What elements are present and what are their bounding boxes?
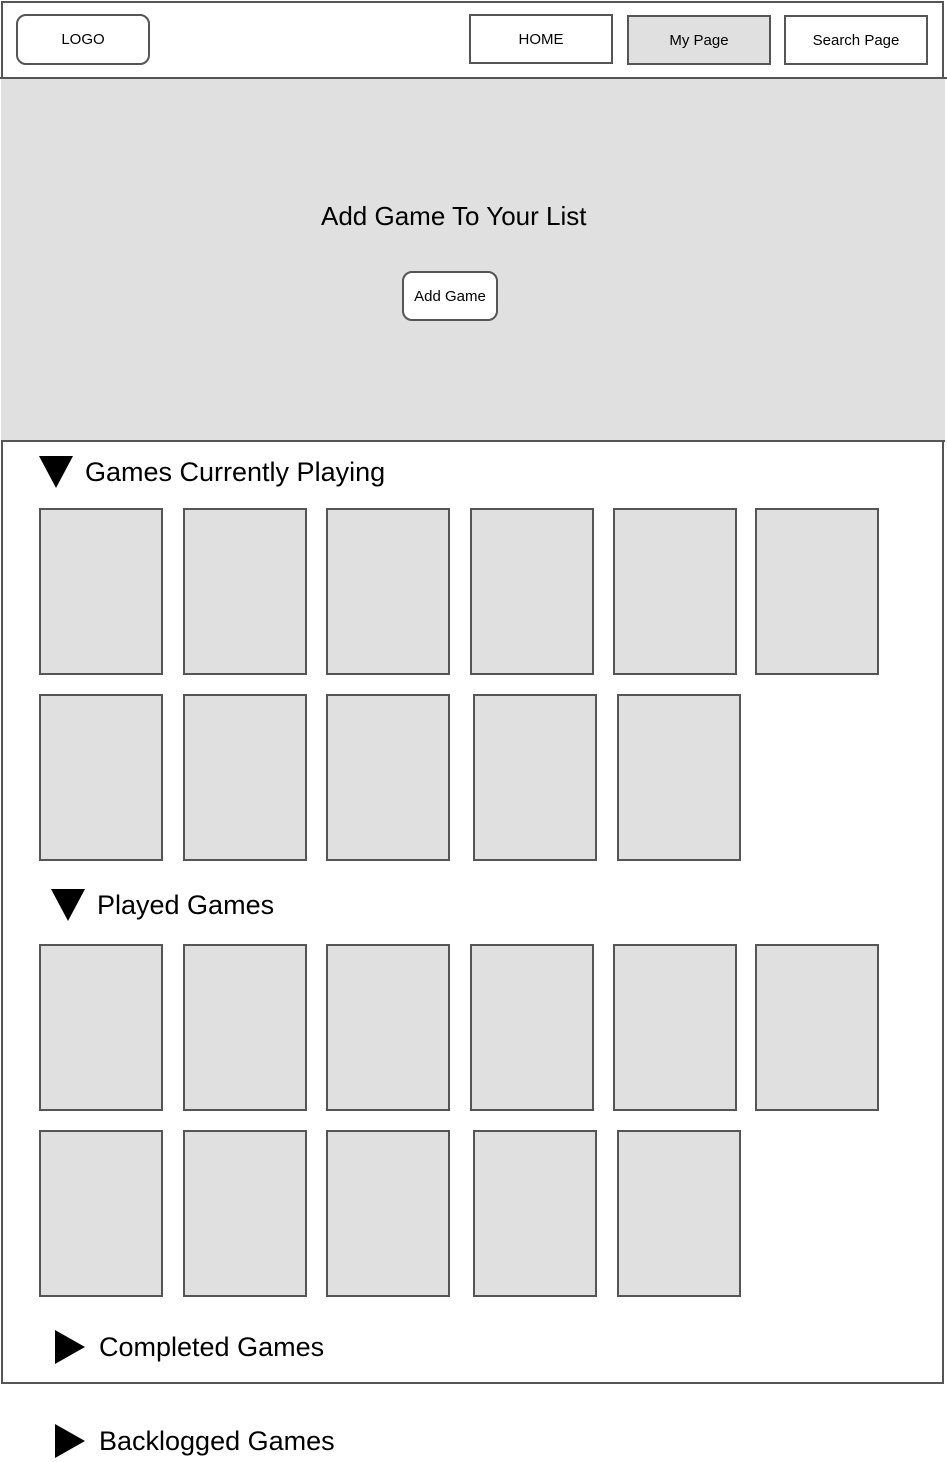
game-card[interactable] [183,508,307,675]
game-card[interactable] [326,1130,450,1297]
logo[interactable]: LOGO [16,14,150,65]
game-card[interactable] [473,1130,597,1297]
game-card[interactable] [326,944,450,1111]
game-card[interactable] [617,1130,741,1297]
collapse-triangle-icon[interactable] [51,889,85,921]
section-header-currently-playing[interactable]: Games Currently Playing [39,456,385,488]
game-card[interactable] [39,1130,163,1297]
collapse-triangle-icon[interactable] [39,456,73,488]
nav-home-button[interactable]: HOME [469,14,613,64]
game-card[interactable] [613,944,737,1111]
section-header-played[interactable]: Played Games [51,889,274,921]
add-game-banner: Add Game To Your List Add Game [1,79,945,442]
game-card[interactable] [326,508,450,675]
game-card[interactable] [39,694,163,861]
game-card[interactable] [473,694,597,861]
game-card[interactable] [755,944,879,1111]
game-card[interactable] [183,944,307,1111]
game-card[interactable] [183,1130,307,1297]
section-title: Backlogged Games [99,1425,335,1456]
game-card[interactable] [755,508,879,675]
nav-my-page-button[interactable]: My Page [627,15,771,65]
nav-search-page-button[interactable]: Search Page [784,15,928,65]
game-card[interactable] [39,508,163,675]
game-card[interactable] [470,944,594,1111]
add-game-button[interactable]: Add Game [402,271,498,321]
section-title: Games Currently Playing [85,456,386,487]
game-card[interactable] [183,694,307,861]
top-header: LOGO HOME My Page Search Page [0,0,947,79]
game-card[interactable] [470,508,594,675]
banner-title: Add Game To Your List [321,201,587,231]
section-title: Played Games [97,889,275,920]
game-card[interactable] [326,694,450,861]
expand-triangle-icon[interactable] [55,1330,85,1364]
expand-triangle-icon[interactable] [55,1424,85,1458]
game-card[interactable] [613,508,737,675]
game-card[interactable] [39,944,163,1111]
section-header-backlogged[interactable]: Backlogged Games [55,1424,335,1458]
section-title: Completed Games [99,1331,325,1362]
game-card[interactable] [617,694,741,861]
section-header-completed[interactable]: Completed Games [55,1330,324,1364]
